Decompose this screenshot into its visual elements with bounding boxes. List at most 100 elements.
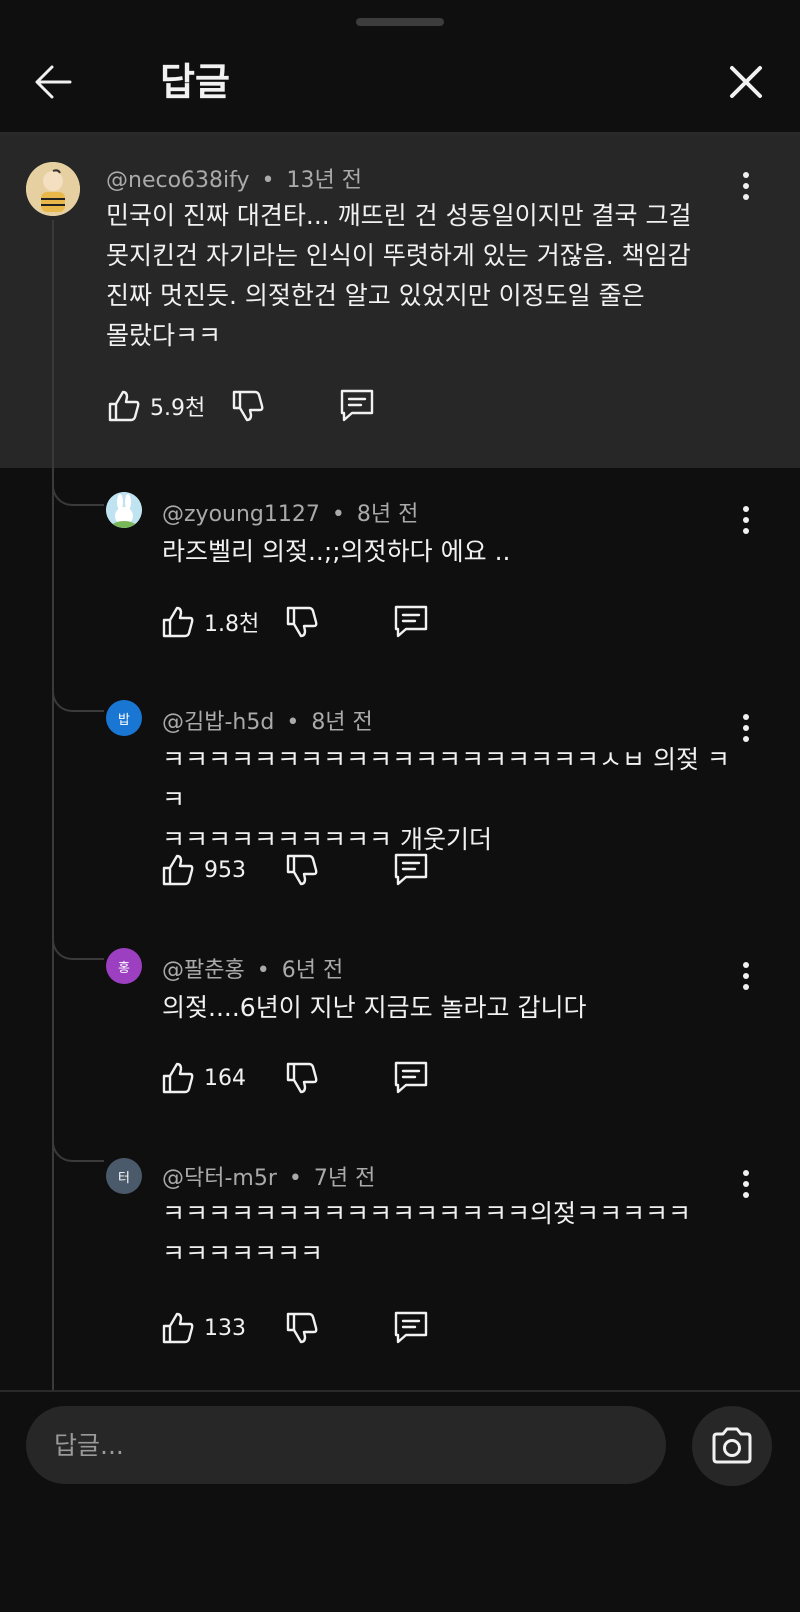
thread-line (52, 220, 54, 1390)
dislike-button[interactable] (230, 384, 266, 428)
reply-button[interactable] (392, 848, 430, 892)
arrow-left-icon (35, 65, 72, 99)
comment-actions: 5.9천 (106, 384, 406, 428)
composer-divider (0, 1390, 800, 1392)
reply-icon (394, 1311, 428, 1344)
more-button[interactable] (736, 958, 756, 994)
comment-time[interactable]: 6년 전 (282, 958, 343, 983)
thread-connector (52, 484, 104, 506)
comment-text: ㅋㅋㅋㅋㅋㅋㅋㅋㅋㅋㅋㅋㅋㅋㅋㅋ의젖ㅋㅋㅋㅋㅋ ㅋㅋㅋㅋㅋㅋㅋ (162, 1199, 692, 1268)
separator-dot: • (331, 502, 345, 527)
comment-actions: 953 (160, 848, 450, 892)
more-vert-icon (743, 1170, 749, 1176)
avatar-image (26, 162, 80, 216)
more-vert-icon (743, 962, 749, 968)
reply-icon (340, 389, 374, 422)
comment-text: 민국이 진짜 대견타... 깨뜨린 건 성동일이지만 결국 그걸 못지킨건 자기… (106, 201, 692, 350)
comment-time[interactable]: 13년 전 (287, 168, 362, 193)
like-count: 5.9천 (150, 396, 206, 421)
like-count: 953 (204, 857, 246, 883)
author-name[interactable]: @neco638ify (106, 168, 250, 193)
like-button[interactable]: 164 (160, 1056, 246, 1100)
reply-button[interactable] (392, 600, 430, 644)
avatar[interactable]: 터 (106, 1158, 142, 1194)
page-title: 답글 (160, 60, 230, 104)
avatar-letter: 홍 (118, 960, 130, 976)
avatar-letter: 밥 (118, 712, 130, 728)
more-button[interactable] (736, 168, 756, 204)
like-button[interactable]: 133 (160, 1306, 246, 1350)
like-count: 133 (204, 1315, 246, 1341)
more-button[interactable] (736, 710, 756, 746)
author-name[interactable]: @팔춘홍 (162, 958, 245, 983)
author-name[interactable]: @김밥-h5d (162, 710, 274, 735)
thread-connector (52, 938, 104, 960)
thumb-up-icon (162, 606, 194, 638)
thumb-down-icon (286, 606, 318, 638)
like-button[interactable]: 5.9천 (106, 384, 205, 428)
like-button[interactable]: 953 (160, 848, 246, 892)
thumb-up-icon (162, 854, 194, 886)
thumb-up-icon (162, 1062, 194, 1094)
comment-meta: @팔춘홍 • 6년 전 (162, 952, 343, 984)
thumb-down-icon (286, 854, 318, 886)
drag-handle[interactable] (356, 18, 444, 26)
like-count: 164 (204, 1065, 246, 1091)
comment-time[interactable]: 8년 전 (357, 502, 418, 527)
reply-icon (394, 1061, 428, 1094)
separator-dot: • (261, 168, 275, 193)
comment-actions: 133 (160, 1306, 450, 1350)
dislike-button[interactable] (284, 600, 320, 644)
thumb-up-icon (162, 1312, 194, 1344)
like-count: 1.8천 (204, 612, 260, 637)
comment-meta: @neco638ify • 13년 전 (106, 162, 362, 194)
reply-icon (394, 853, 428, 886)
avatar[interactable]: 홍 (106, 948, 142, 984)
avatar[interactable]: 밥 (106, 700, 142, 736)
reply-button[interactable] (392, 1306, 430, 1350)
author-name[interactable]: @zyoung1127 (162, 502, 320, 527)
more-vert-icon (743, 506, 749, 512)
camera-icon (712, 1427, 752, 1464)
header: 답글 (0, 40, 800, 132)
reply-button[interactable] (392, 1056, 430, 1100)
avatar[interactable] (26, 162, 80, 216)
parent-comment: @neco638ify • 13년 전 민국이 진짜 대견타... 깨뜨린 건 성동… (0, 134, 800, 468)
comment-meta: @닥터-m5r • 7년 전 (162, 1160, 375, 1192)
more-vert-icon (743, 714, 749, 720)
comment-time[interactable]: 8년 전 (311, 710, 372, 735)
comment-meta: @zyoung1127 • 8년 전 (162, 496, 418, 528)
dislike-button[interactable] (284, 1056, 320, 1100)
thumb-down-icon (286, 1062, 318, 1094)
more-vert-icon (743, 172, 749, 178)
camera-button[interactable] (692, 1406, 772, 1486)
reply-icon (394, 605, 428, 638)
avatar[interactable] (106, 492, 142, 528)
more-button[interactable] (736, 502, 756, 538)
comment-text: 라즈벨리 의젖..;;의젓하다 에요 .. (162, 537, 511, 566)
close-button[interactable] (722, 58, 770, 106)
like-button[interactable]: 1.8천 (160, 600, 259, 644)
back-button[interactable] (30, 58, 78, 106)
avatar-letter: 터 (118, 1170, 130, 1186)
thumb-down-icon (232, 390, 264, 422)
thread-connector (52, 690, 104, 712)
comment-actions: 1.8천 (160, 600, 450, 644)
comment-meta: @김밥-h5d • 8년 전 (162, 704, 373, 736)
separator-dot: • (288, 1166, 302, 1191)
avatar-image (106, 492, 142, 528)
reply-button[interactable] (338, 384, 376, 428)
separator-dot: • (286, 710, 300, 735)
more-button[interactable] (736, 1166, 756, 1202)
comment-text: ㅋㅋㅋㅋㅋㅋㅋㅋㅋㅋㅋㅋㅋㅋㅋㅋㅋㅋㅋㅅㅂ 의젖 ㅋㅋ ㅋㅋㅋㅋㅋㅋㅋㅋㅋㅋ 개… (162, 745, 730, 854)
close-icon (730, 66, 762, 98)
author-name[interactable]: @닥터-m5r (162, 1166, 277, 1191)
reply-input[interactable] (26, 1406, 666, 1484)
separator-dot: • (256, 958, 270, 983)
comment-actions: 164 (160, 1056, 450, 1100)
dislike-button[interactable] (284, 1306, 320, 1350)
thumb-down-icon (286, 1312, 318, 1344)
comment-time[interactable]: 7년 전 (314, 1166, 375, 1191)
dislike-button[interactable] (284, 848, 320, 892)
thread-connector (52, 1140, 104, 1162)
